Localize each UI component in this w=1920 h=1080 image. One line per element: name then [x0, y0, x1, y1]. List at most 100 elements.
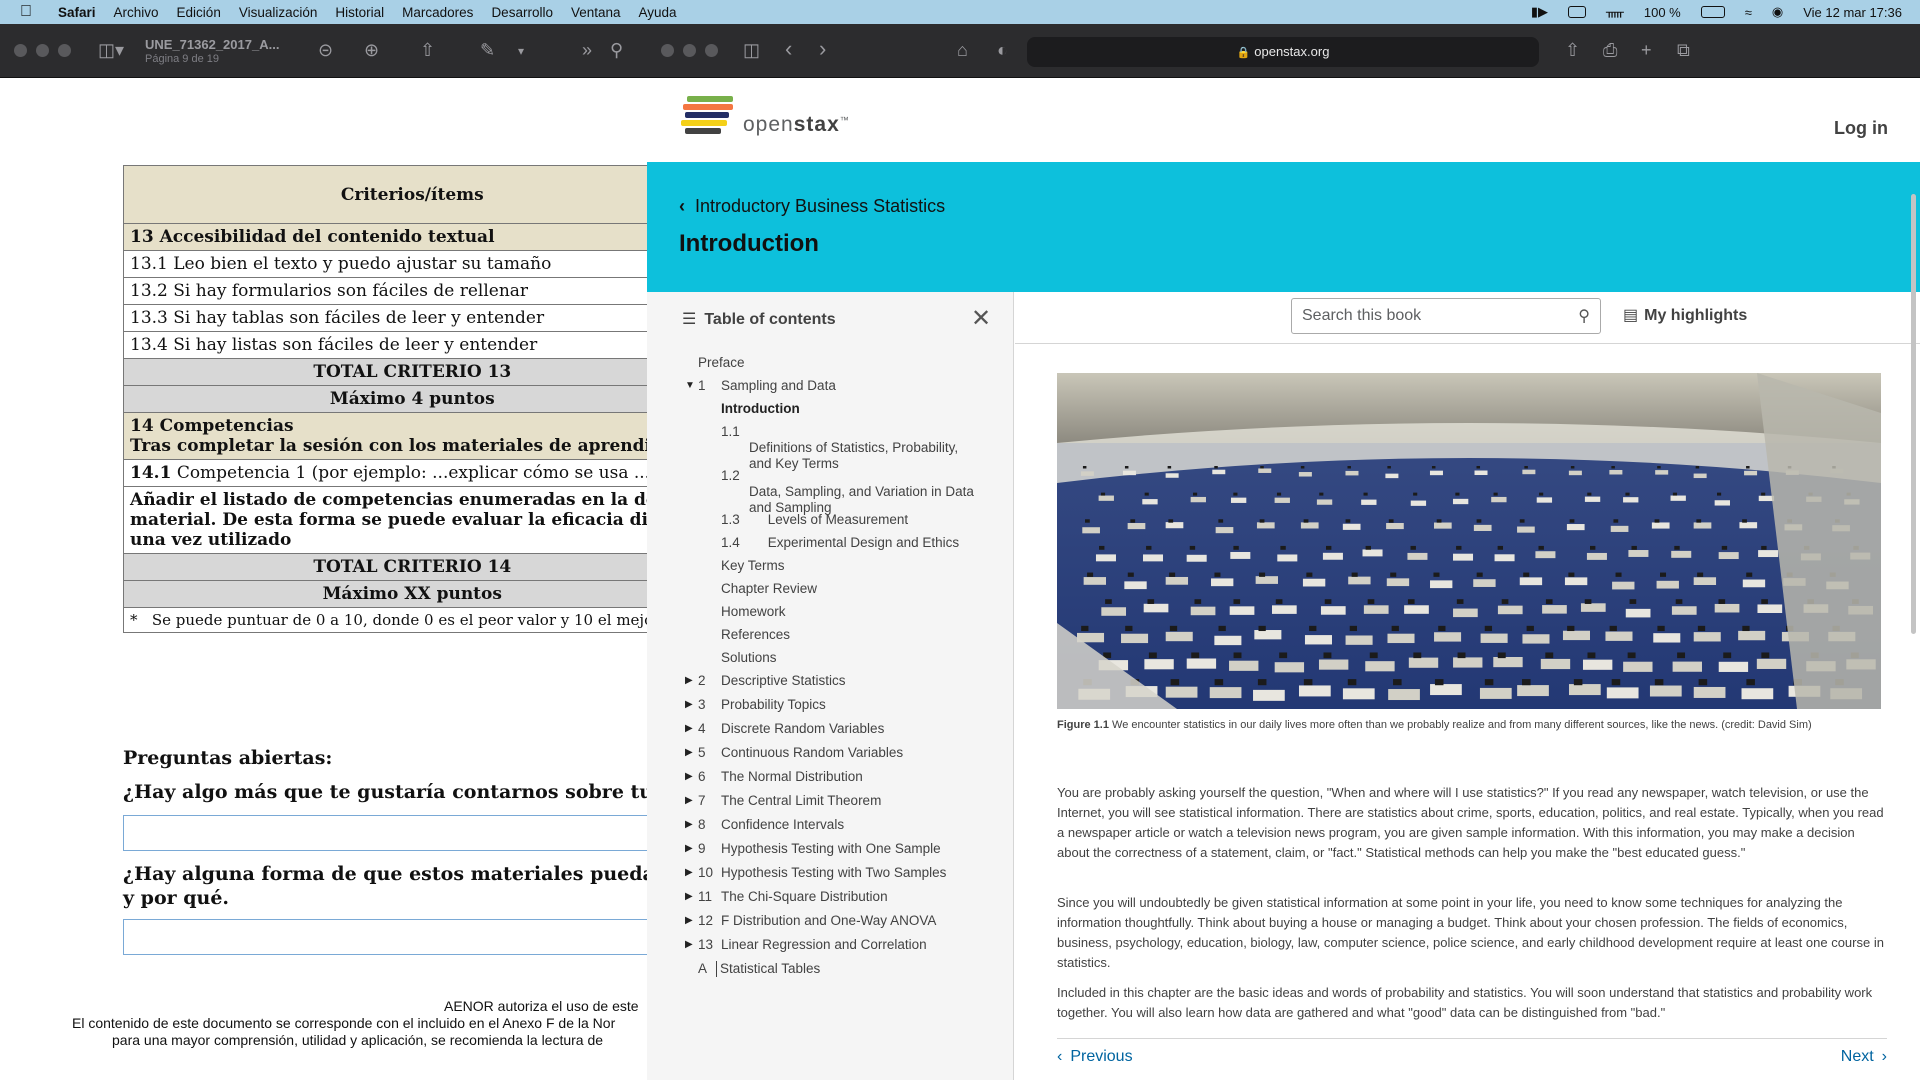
menu-visualizacion[interactable]: Visualización: [239, 5, 318, 20]
triangle-right-icon[interactable]: ▶: [685, 891, 693, 902]
toc-item-homework[interactable]: Homework: [721, 604, 786, 620]
toc-item-1-3[interactable]: 1.3 Levels of Measurement: [721, 512, 991, 528]
answer-2-field[interactable]: [123, 919, 647, 955]
toc-item-chapter[interactable]: 9 Hypothesis Testing with One Sample: [698, 841, 998, 857]
toc-item-chapter[interactable]: 13 Linear Regression and Correlation: [698, 937, 998, 953]
monitor-shape: [1742, 625, 1750, 632]
toc-item-1-2[interactable]: 1.2 Data, Sampling, and Variation in Data…: [721, 468, 991, 516]
toc-item-chapter[interactable]: 7 The Central Limit Theorem: [698, 793, 998, 809]
next-link[interactable]: Next ›: [1841, 1048, 1887, 1066]
camera-icon[interactable]: ▮▶: [1531, 4, 1548, 20]
forward-icon[interactable]: ›: [819, 36, 826, 62]
menu-historial[interactable]: Historial: [335, 5, 384, 20]
desk-shape: [1479, 687, 1512, 699]
chevron-down-icon[interactable]: ▾: [518, 44, 524, 58]
desk-shape: [1165, 473, 1179, 478]
menu-ventana[interactable]: Ventana: [571, 5, 621, 20]
monitor-shape: [1568, 572, 1575, 577]
triangle-right-icon[interactable]: ▶: [685, 699, 693, 710]
toc-item-preface[interactable]: Preface: [698, 355, 745, 371]
openstax-wordmark[interactable]: openstax™: [743, 113, 850, 137]
toc-item-1-4[interactable]: 1.4 Experimental Design and Ethics: [721, 535, 991, 551]
toc-item-chapter[interactable]: A Statistical Tables: [698, 961, 998, 977]
clock[interactable]: Vie 12 mar 17:36: [1803, 5, 1902, 20]
menu-ayuda[interactable]: Ayuda: [639, 5, 677, 20]
search-icon[interactable]: ⚲: [1578, 300, 1590, 334]
close-window-button[interactable]: [661, 44, 674, 57]
toc-item-chapter[interactable]: 3 Probability Topics: [698, 697, 998, 713]
monitor-shape: [1169, 572, 1176, 577]
sidebar-icon[interactable]: ◫▾: [98, 40, 124, 61]
wifi-icon[interactable]: ≈: [1745, 5, 1752, 20]
toc-item-chapter[interactable]: 11 The Chi-Square Distribution: [698, 889, 998, 905]
close-icon[interactable]: ✕: [971, 304, 991, 333]
battery-icon[interactable]: [1700, 6, 1725, 18]
toc-item-key-terms[interactable]: Key Terms: [721, 558, 785, 574]
home-icon[interactable]: ⌂: [957, 40, 968, 61]
toc-item-solutions[interactable]: Solutions: [721, 650, 777, 666]
toc-item-chapter-1[interactable]: 1 Sampling and Data: [698, 378, 836, 394]
triangle-right-icon[interactable]: ▶: [685, 843, 693, 854]
apple-menu-icon[interactable]: : [20, 3, 38, 21]
tab-overview-icon[interactable]: ⧉: [1677, 40, 1690, 61]
close-window-button[interactable]: [14, 44, 27, 57]
triangle-right-icon[interactable]: ▶: [685, 795, 693, 806]
triangle-right-icon[interactable]: ▶: [685, 747, 693, 758]
toc-item-chapter[interactable]: 8 Confidence Intervals: [698, 817, 998, 833]
toc-item-1-1[interactable]: 1.1 Definitions of Statistics, Probabilit…: [721, 424, 981, 472]
toc-item-chapter[interactable]: 12 F Distribution and One-Way ANOVA: [698, 913, 998, 929]
minimize-window-button[interactable]: [683, 44, 696, 57]
zoom-in-icon[interactable]: ⊕: [364, 40, 379, 61]
triangle-right-icon[interactable]: ▶: [685, 867, 693, 878]
openstax-logo-icon[interactable]: [679, 96, 735, 138]
toc-item-chapter[interactable]: 2 Descriptive Statistics: [698, 673, 998, 689]
toc-item-chapter-review[interactable]: Chapter Review: [721, 581, 817, 597]
print-icon[interactable]: ⎙: [1603, 40, 1617, 61]
toc-item-chapter[interactable]: 5 Continuous Random Variables: [698, 745, 998, 761]
menu-edicion[interactable]: Edición: [177, 5, 221, 20]
desk-shape: [1348, 576, 1371, 585]
control-center-icon[interactable]: ◉: [1772, 4, 1783, 20]
address-bar[interactable]: 🔒 openstax.org: [1027, 37, 1539, 67]
triangle-right-icon[interactable]: ▶: [685, 939, 693, 950]
shield-icon[interactable]: ◐: [997, 40, 1008, 61]
triangle-right-icon[interactable]: ▶: [685, 915, 693, 926]
scrollbar[interactable]: [1911, 194, 1916, 634]
more-icon[interactable]: »: [582, 40, 592, 61]
minimize-window-button[interactable]: [36, 44, 49, 57]
menu-safari[interactable]: Safari: [58, 5, 96, 20]
new-tab-icon[interactable]: +: [1641, 40, 1652, 61]
answer-1-field[interactable]: [123, 815, 647, 851]
search-input[interactable]: Search this book ⚲: [1291, 298, 1601, 334]
zoom-window-button[interactable]: [705, 44, 718, 57]
triangle-right-icon[interactable]: ▶: [685, 819, 693, 830]
markup-icon[interactable]: ✎: [480, 40, 495, 61]
previous-link[interactable]: ‹ Previous: [1057, 1048, 1133, 1066]
toc-item-chapter[interactable]: 6 The Normal Distribution: [698, 769, 998, 785]
share-icon[interactable]: ⇧: [1565, 40, 1580, 61]
search-icon[interactable]: ⚲: [610, 40, 623, 61]
menu-archivo[interactable]: Archivo: [114, 5, 159, 20]
triangle-right-icon[interactable]: ▶: [685, 675, 693, 686]
triangle-right-icon[interactable]: ▶: [685, 723, 693, 734]
menu-marcadores[interactable]: Marcadores: [402, 5, 473, 20]
bluetooth-icon[interactable]: ᚅ: [1606, 4, 1624, 20]
book-breadcrumb[interactable]: ‹ Introductory Business Statistics: [679, 196, 945, 217]
login-link[interactable]: Log in: [1834, 118, 1888, 139]
toc-item-references[interactable]: References: [721, 627, 790, 643]
monitor-shape: [1189, 545, 1196, 550]
triangle-down-icon[interactable]: ▼: [685, 380, 695, 391]
display-icon[interactable]: [1568, 6, 1587, 18]
toc-item-introduction[interactable]: Introduction: [721, 401, 800, 417]
toc-item-chapter[interactable]: 10 Hypothesis Testing with Two Samples: [698, 865, 998, 881]
toc-num: 1.3: [721, 512, 740, 527]
toc-item-chapter[interactable]: 4 Discrete Random Variables: [698, 721, 998, 737]
sidebar-icon[interactable]: ◫: [743, 40, 760, 61]
my-highlights-button[interactable]: ▤ My highlights: [1623, 305, 1747, 325]
zoom-window-button[interactable]: [58, 44, 71, 57]
share-icon[interactable]: ⇧: [420, 40, 435, 61]
menu-desarrollo[interactable]: Desarrollo: [491, 5, 553, 20]
zoom-out-icon[interactable]: ⊝: [318, 40, 333, 61]
back-icon[interactable]: ‹: [785, 36, 792, 62]
triangle-right-icon[interactable]: ▶: [685, 771, 693, 782]
